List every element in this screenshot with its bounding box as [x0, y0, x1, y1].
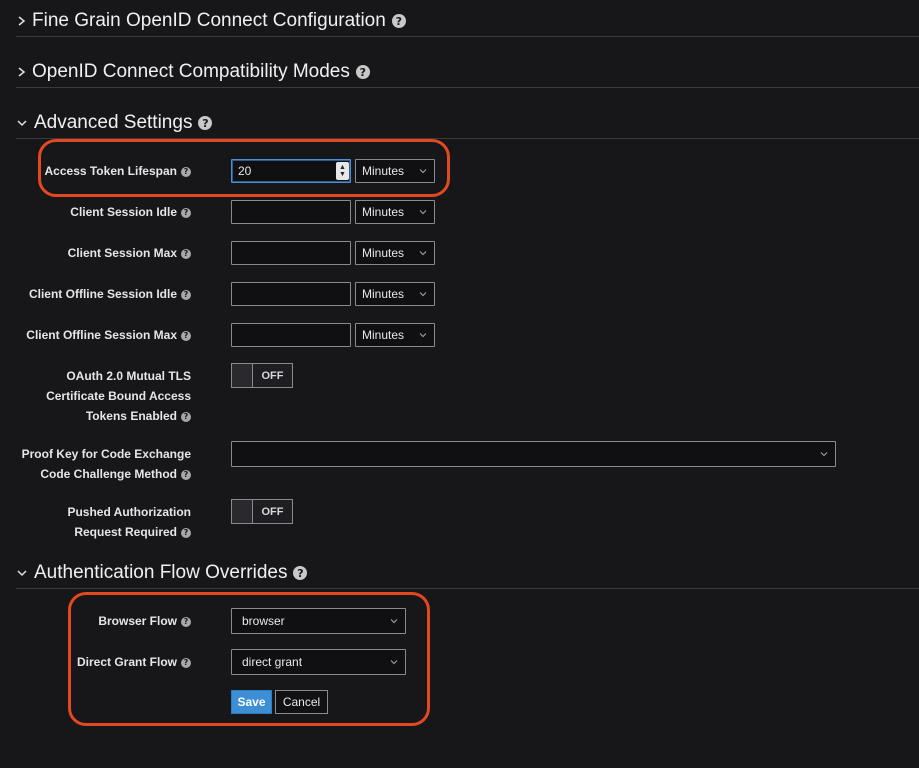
chevron-right-icon — [16, 66, 28, 78]
chevron-down-icon — [419, 210, 427, 215]
client-session-max-input[interactable] — [231, 241, 351, 265]
chevron-down-icon — [390, 619, 398, 624]
access-token-lifespan-unit-select[interactable]: Minutes — [355, 159, 435, 183]
help-icon: ? — [181, 469, 191, 480]
help-icon: ? — [293, 566, 308, 580]
chevron-down-icon — [390, 660, 398, 665]
section-title: Fine Grain OpenID Connect Configuration — [32, 10, 386, 31]
chevron-down-icon — [419, 251, 427, 256]
section-title: OpenID Connect Compatibility Modes — [32, 61, 350, 82]
client-offline-session-max-label: Client Offline Session Max? — [26, 325, 191, 345]
pkce-method-select[interactable] — [231, 441, 836, 467]
section-advanced-settings[interactable]: Advanced Settings ? — [16, 108, 919, 139]
chevron-down-icon — [16, 117, 28, 129]
help-icon: ? — [181, 207, 191, 218]
client-session-max-unit-select[interactable]: Minutes — [355, 241, 435, 265]
help-icon: ? — [391, 14, 406, 28]
section-auth-flow-overrides[interactable]: Authentication Flow Overrides ? — [16, 558, 919, 589]
client-session-idle-unit-select[interactable]: Minutes — [355, 200, 435, 224]
section-compat-modes[interactable]: OpenID Connect Compatibility Modes ? — [16, 57, 919, 88]
section-title: Authentication Flow Overrides — [34, 562, 288, 583]
client-offline-session-idle-input[interactable] — [231, 282, 351, 306]
access-token-lifespan-input[interactable]: 20 ▲ ▼ — [231, 159, 351, 183]
par-label: Pushed Authorization Request Required? — [67, 505, 191, 539]
page: Fine Grain OpenID Connect Configuration … — [0, 0, 919, 768]
help-icon: ? — [181, 166, 191, 177]
direct-grant-flow-label: Direct Grant Flow? — [77, 652, 191, 672]
chevron-down-icon — [16, 567, 28, 579]
browser-flow-label: Browser Flow? — [98, 611, 191, 631]
help-icon: ? — [181, 616, 191, 627]
help-icon: ? — [355, 65, 370, 79]
toggle-state: OFF — [261, 505, 284, 518]
section-title: Advanced Settings — [34, 112, 193, 133]
save-button[interactable]: Save — [231, 690, 272, 714]
cancel-button[interactable]: Cancel — [275, 690, 328, 714]
toggle-knob — [232, 364, 253, 387]
client-session-max-label: Client Session Max? — [68, 243, 191, 263]
toggle-state: OFF — [261, 369, 284, 382]
client-session-idle-label: Client Session Idle? — [70, 202, 191, 222]
direct-grant-flow-select[interactable]: direct grant — [231, 649, 406, 675]
mtls-label: OAuth 2.0 Mutual TLS Certificate Bound A… — [46, 369, 191, 423]
client-offline-session-idle-unit-select[interactable]: Minutes — [355, 282, 435, 306]
access-token-lifespan-label: Access Token Lifespan? — [45, 161, 191, 181]
mtls-toggle[interactable]: OFF — [231, 363, 293, 388]
help-icon: ? — [181, 657, 191, 668]
help-icon: ? — [181, 248, 191, 259]
help-icon: ? — [181, 527, 191, 538]
par-toggle[interactable]: OFF — [231, 499, 293, 524]
help-icon: ? — [181, 330, 191, 341]
client-offline-session-max-input[interactable] — [231, 323, 351, 347]
section-fine-grain[interactable]: Fine Grain OpenID Connect Configuration … — [16, 6, 919, 37]
chevron-down-icon — [820, 452, 828, 457]
chevron-down-icon — [419, 292, 427, 297]
help-icon: ? — [181, 411, 191, 422]
client-offline-session-idle-label: Client Offline Session Idle? — [29, 284, 191, 304]
number-spinner[interactable]: ▲ ▼ — [336, 162, 349, 180]
help-icon: ? — [181, 289, 191, 300]
client-offline-session-max-unit-select[interactable]: Minutes — [355, 323, 435, 347]
browser-flow-select[interactable]: browser — [231, 608, 406, 634]
chevron-down-icon — [419, 169, 427, 174]
chevron-down-icon — [419, 333, 427, 338]
client-session-idle-input[interactable] — [231, 200, 351, 224]
help-icon: ? — [198, 116, 213, 130]
toggle-knob — [232, 500, 253, 523]
chevron-right-icon — [16, 15, 28, 27]
pkce-label: Proof Key for Code Exchange Code Challen… — [21, 447, 191, 481]
